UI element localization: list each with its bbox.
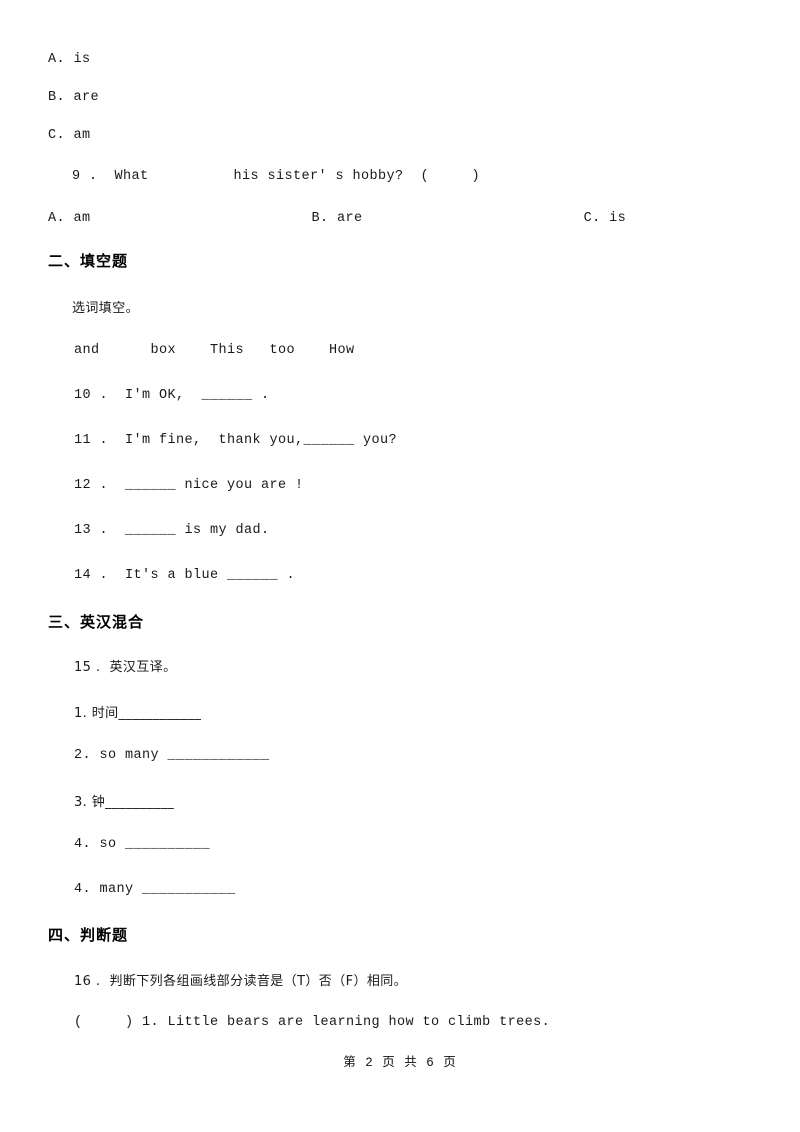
fill-item-14: 14 . It's a blue ______ . [74, 568, 296, 583]
judge-item-1: ( ) 1. Little bears are learning how to … [74, 1015, 551, 1030]
option-a-top: A. is [48, 52, 91, 67]
section-heading-4: 四、判断题 [48, 926, 129, 944]
section-4-item-title: 16 . 判断下列各组画线部分读音是（T）否（F）相同。 [74, 974, 408, 989]
fill-item-10: 10 . I'm OK, ______ . [74, 388, 270, 403]
section-2-instruction: 选词填空。 [72, 301, 140, 316]
translate-item-3: 3. 钟__________ [74, 795, 175, 810]
section-heading-3: 三、英汉混合 [48, 613, 145, 631]
document-page: A. is B. are C. am 9 . What his sister' … [0, 0, 800, 1132]
translate-item-1: 1. 时间____________ [74, 706, 202, 721]
question-9-text: 9 . What his sister' s hobby? ( ) [72, 169, 481, 184]
option-b-top: B. are [48, 90, 100, 105]
fill-item-12: 12 . ______ nice you are ! [74, 478, 304, 493]
section-heading-2: 二、填空题 [48, 252, 129, 270]
option-c-top: C. am [48, 128, 91, 143]
translate-item-2: 2. so many ____________ [74, 748, 270, 763]
section-3-item-title: 15 . 英汉互译。 [74, 660, 177, 675]
translate-item-4: 4. so __________ [74, 837, 211, 852]
section-2-word-bank: and box This too How [74, 343, 355, 358]
translate-item-5: 4. many ___________ [74, 882, 236, 897]
question-9-options: A. am B. are C. is [48, 211, 627, 226]
fill-item-13: 13 . ______ is my dad. [74, 523, 270, 538]
page-footer: 第 2 页 共 6 页 [343, 1056, 457, 1070]
fill-item-11: 11 . I'm fine, thank you,______ you? [74, 433, 398, 448]
